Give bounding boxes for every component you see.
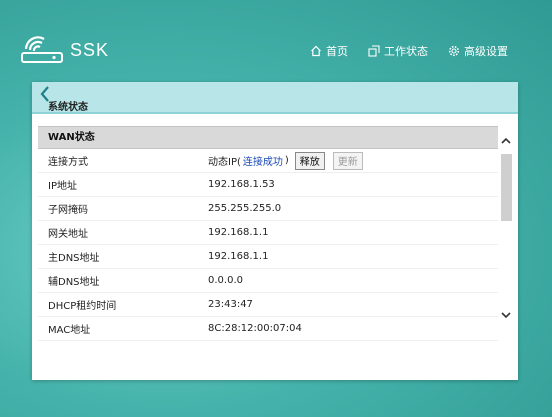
row-label: 主DNS地址 [48,253,100,264]
row-label: 辅DNS地址 [48,277,100,288]
chevron-down-icon[interactable] [499,308,513,322]
nav-advanced-settings-label: 高级设置 [464,45,508,58]
nav-work-status[interactable]: 工作状态 [368,43,428,59]
row-value: 192.168.1.53 [208,179,275,190]
panel-title: 系统状态 [48,102,88,113]
nav-advanced-settings[interactable]: 高级设置 [448,43,508,59]
table-row: 子网掩码 255.255.255.0 [38,197,498,221]
gear-icon [448,45,460,57]
release-button[interactable]: 释放 [294,151,325,170]
row-label: 网关地址 [48,229,88,240]
brand-logo: SSK [20,36,109,64]
row-value: 192.168.1.1 [208,227,269,238]
renew-button[interactable]: 更新 [332,151,363,170]
table-row: 主DNS地址 192.168.1.1 [38,245,498,269]
table-row: IP地址 192.168.1.53 [38,173,498,197]
chevron-up-icon[interactable] [499,134,513,148]
vertical-scrollbar[interactable] [499,126,513,326]
connection-status-link[interactable]: 连接成功 [243,153,283,168]
row-label: IP地址 [48,181,77,192]
top-nav: 首页 工作状态 高级设置 [310,43,508,59]
table-row: 网关地址 192.168.1.1 [38,221,498,245]
scrollbar-thumb[interactable] [501,154,512,221]
row-label: DHCP租约时间 [48,301,117,312]
wan-status-table: WAN状态 连接方式 动态IP( 连接成功 ) 释放 更新 IP地址 192.1… [38,126,498,376]
nav-home[interactable]: 首页 [310,43,348,59]
row-value: 23:43:47 [208,299,253,310]
table-row: DHCP租约时间 23:43:47 [38,293,498,317]
row-value: 255.255.255.0 [208,203,282,214]
section-title: WAN状态 [38,126,498,149]
row-value: 0.0.0.0 [208,275,243,286]
connection-type: 动态IP( [208,157,241,168]
nav-home-label: 首页 [326,45,348,58]
system-status-panel: 系统状态 WAN状态 连接方式 动态IP( 连接成功 ) 释放 更新 IP地址 … [32,82,518,380]
status-icon [368,45,380,57]
row-value: 192.168.1.1 [208,251,269,262]
panel-header: 系统状态 [32,82,518,114]
router-icon [21,36,63,63]
row-value: 动态IP( 连接成功 ) 释放 更新 [208,151,363,170]
row-label: 连接方式 [48,157,88,168]
paren-close: ) [284,155,289,166]
row-label: MAC地址 [48,325,91,336]
table-row: MAC地址 8C:28:12:00:07:04 [38,317,498,341]
brand-name: SSK [70,39,110,60]
home-icon [311,45,321,57]
row-value: 8C:28:12:00:07:04 [208,323,302,334]
table-row: 辅DNS地址 0.0.0.0 [38,269,498,293]
row-label: 子网掩码 [48,205,88,216]
table-row: 连接方式 动态IP( 连接成功 ) 释放 更新 [38,149,498,173]
nav-work-status-label: 工作状态 [384,45,428,58]
